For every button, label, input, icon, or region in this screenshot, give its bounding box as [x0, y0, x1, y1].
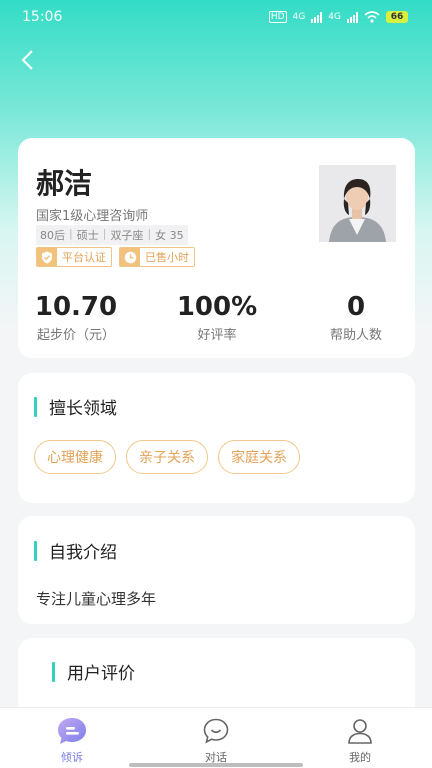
- hd-icon: HD: [268, 11, 287, 23]
- verified-badge: 平台认证: [36, 247, 112, 267]
- tag-degree: 硕士: [72, 225, 103, 245]
- chevron-left-icon: [21, 50, 33, 70]
- stat-rating: 100% 好评率: [163, 292, 271, 343]
- stat-price: 10.70 起步价（元）: [22, 292, 130, 343]
- expertise-chip[interactable]: 家庭关系: [218, 440, 300, 474]
- dialog-icon: [203, 718, 229, 744]
- tab-profile-label: 我的: [349, 751, 371, 764]
- tab-confide[interactable]: 倾诉: [0, 708, 144, 768]
- tag-age: 80后: [36, 225, 69, 245]
- battery-icon: 66: [386, 11, 408, 23]
- tab-profile[interactable]: 我的: [288, 708, 432, 768]
- tab-confide-label: 倾诉: [61, 751, 83, 764]
- stats-row: 10.70 起步价（元） 100% 好评率 0 帮助人数: [18, 292, 415, 352]
- bottom-tab-bar: 倾诉 对话 我的: [0, 707, 432, 768]
- stat-helped: 0 帮助人数: [302, 292, 410, 343]
- stat-rating-value: 100%: [176, 292, 258, 322]
- intro-card: 自我介绍 专注儿童心理多年: [18, 516, 415, 624]
- signal-4g-label: 4G: [292, 12, 306, 22]
- section-accent-bar: [52, 661, 55, 682]
- hours-sold-label: 已售小时: [145, 251, 189, 264]
- section-accent-bar: [34, 396, 37, 417]
- signal-icon: [311, 11, 323, 23]
- expertise-chip[interactable]: 亲子关系: [126, 440, 208, 474]
- intro-title: 自我介绍: [34, 538, 117, 563]
- clock-icon: [120, 248, 140, 266]
- counselor-tags: 80后 | 硕士 | 双子座 | 女 35: [36, 225, 188, 245]
- reviews-title-text: 用户评价: [67, 664, 135, 684]
- reviews-card: 用户评价: [18, 638, 415, 718]
- status-time: 15:06: [22, 9, 63, 25]
- expertise-title-text: 擅长领域: [49, 399, 117, 419]
- chat-bubble-icon: [58, 718, 86, 744]
- expertise-title: 擅长领域: [34, 394, 117, 419]
- shield-check-icon: [37, 248, 57, 266]
- counselor-title: 国家1级心理咨询师: [36, 209, 149, 224]
- expertise-chips: 心理健康 亲子关系 家庭关系: [34, 440, 300, 474]
- stat-price-label: 起步价（元）: [36, 328, 115, 343]
- tag-zodiac: 双子座: [106, 225, 148, 245]
- counselor-name: 郝洁: [36, 167, 93, 200]
- profile-card: 郝洁 国家1级心理咨询师 80后 | 硕士 | 双子座 | 女 35 平台认证 …: [18, 138, 415, 358]
- wifi-icon: [364, 11, 380, 23]
- expertise-card: 擅长领域 心理健康 亲子关系 家庭关系: [18, 373, 415, 503]
- verified-label: 平台认证: [62, 251, 106, 264]
- avatar: [319, 165, 396, 242]
- status-icons: HD 4G 4G 66: [268, 11, 408, 23]
- hours-sold-badge: 已售小时: [119, 247, 195, 267]
- tag-gender-age: 女 35: [151, 225, 188, 245]
- stat-helped-value: 0: [346, 292, 366, 322]
- signal-4g-label-2: 4G: [328, 12, 341, 22]
- section-accent-bar: [34, 540, 37, 561]
- intro-title-text: 自我介绍: [49, 543, 117, 563]
- back-button[interactable]: [14, 46, 40, 74]
- status-bar: 15:06 HD 4G 4G 66: [0, 0, 432, 34]
- profile-icon: [348, 719, 372, 744]
- stat-helped-label: 帮助人数: [329, 328, 382, 343]
- home-indicator: [129, 763, 303, 767]
- stat-price-value: 10.70: [34, 292, 118, 322]
- reviews-title: 用户评价: [52, 659, 135, 684]
- stat-rating-label: 好评率: [197, 328, 237, 343]
- expertise-chip[interactable]: 心理健康: [34, 440, 116, 474]
- signal-icon-2: [347, 11, 358, 23]
- tab-dialog[interactable]: 对话: [144, 708, 288, 768]
- intro-text: 专注儿童心理多年: [36, 590, 157, 608]
- badges: 平台认证 已售小时: [36, 247, 195, 267]
